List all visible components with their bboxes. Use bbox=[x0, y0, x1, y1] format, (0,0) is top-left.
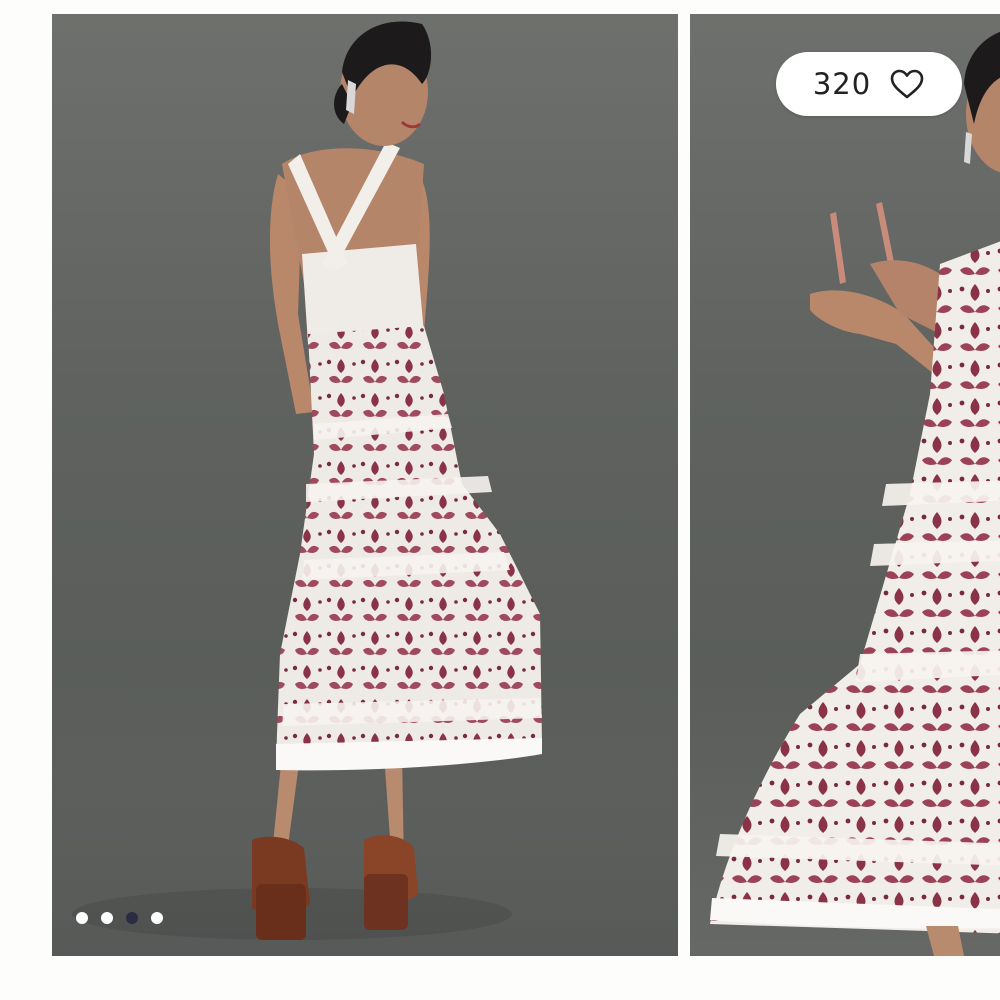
carousel-dot-4[interactable] bbox=[151, 912, 163, 924]
carousel-dot-1[interactable] bbox=[76, 912, 88, 924]
product-image-2[interactable] bbox=[690, 14, 1000, 956]
favorite-count: 320 bbox=[812, 67, 872, 101]
model-back-view-illustration bbox=[52, 21, 678, 956]
product-image-1[interactable] bbox=[52, 14, 678, 956]
favorite-button[interactable]: 320 bbox=[776, 52, 962, 116]
carousel-dot-2[interactable] bbox=[101, 912, 113, 924]
carousel-dot-3-active[interactable] bbox=[126, 912, 138, 924]
carousel-pagination bbox=[76, 912, 163, 924]
product-image-gallery: 320 bbox=[0, 0, 1000, 1000]
heart-outline-icon bbox=[890, 69, 924, 99]
model-front-view-illustration bbox=[710, 31, 1000, 956]
